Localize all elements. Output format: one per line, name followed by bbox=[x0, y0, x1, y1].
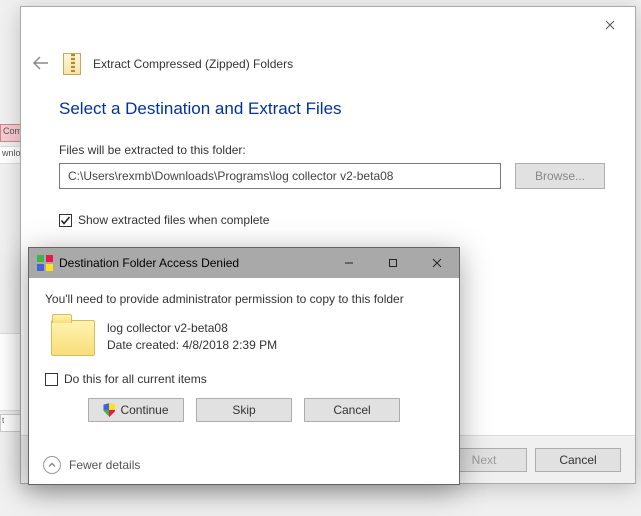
close-button[interactable] bbox=[595, 13, 625, 37]
background-stub: t bbox=[0, 414, 22, 432]
zip-folder-icon bbox=[63, 53, 81, 75]
close-icon bbox=[605, 20, 615, 30]
folder-icon bbox=[51, 320, 95, 356]
folder-date-created: Date created: 4/8/2018 2:39 PM bbox=[107, 337, 277, 354]
dialog-titlebar: Destination Folder Access Denied bbox=[29, 248, 459, 278]
minimize-icon bbox=[344, 258, 354, 268]
access-denied-dialog: Destination Folder Access Denied You'll … bbox=[28, 247, 460, 485]
checkmark-icon bbox=[60, 215, 71, 226]
chevron-up-icon bbox=[43, 456, 61, 474]
continue-label: Continue bbox=[120, 403, 168, 417]
do-all-checkbox[interactable] bbox=[45, 373, 58, 386]
path-label: Files will be extracted to this folder: bbox=[59, 143, 605, 157]
dialog-title: Destination Folder Access Denied bbox=[59, 256, 239, 270]
uac-shield-icon bbox=[103, 403, 115, 417]
maximize-icon bbox=[388, 258, 398, 268]
back-arrow-icon[interactable] bbox=[31, 54, 51, 75]
window-title: Extract Compressed (Zipped) Folders bbox=[93, 57, 293, 71]
folder-name: log collector v2-beta08 bbox=[107, 320, 277, 337]
fewer-details-label: Fewer details bbox=[69, 458, 140, 472]
minimize-button[interactable] bbox=[327, 248, 371, 278]
background-panel bbox=[0, 333, 22, 411]
background-row: wnloa bbox=[0, 146, 22, 164]
fewer-details-toggle[interactable]: Fewer details bbox=[43, 456, 140, 474]
cancel-button[interactable]: Cancel bbox=[535, 448, 621, 472]
dialog-close-button[interactable] bbox=[415, 248, 459, 278]
continue-button[interactable]: Continue bbox=[88, 398, 184, 422]
maximize-button[interactable] bbox=[371, 248, 415, 278]
do-all-label: Do this for all current items bbox=[64, 372, 207, 386]
page-heading: Select a Destination and Extract Files bbox=[59, 99, 605, 119]
permission-message: You'll need to provide administrator per… bbox=[45, 292, 443, 306]
destination-path-input[interactable]: C:\Users\rexmb\Downloads\Programs\log co… bbox=[59, 163, 501, 189]
show-files-checkbox[interactable] bbox=[59, 214, 72, 227]
show-files-label: Show extracted files when complete bbox=[78, 213, 269, 227]
skip-button[interactable]: Skip bbox=[196, 398, 292, 422]
browse-button[interactable]: Browse... bbox=[515, 163, 605, 189]
close-icon bbox=[432, 258, 442, 268]
background-pink-tab: Com bbox=[0, 124, 22, 142]
dialog-cancel-button[interactable]: Cancel bbox=[304, 398, 400, 422]
app-icon bbox=[37, 255, 53, 271]
